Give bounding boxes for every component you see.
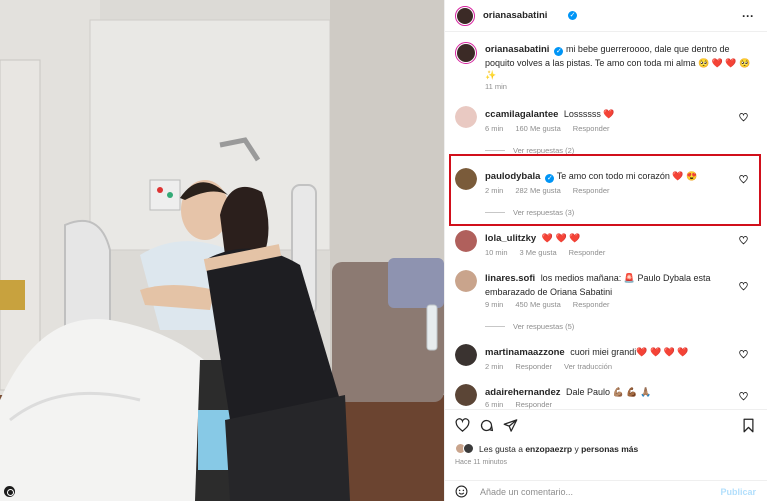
comment-heart-icon[interactable] (739, 236, 748, 245)
author-username[interactable]: orianasabatini (483, 10, 547, 21)
post-timestamp: Hace 11 minutos (455, 459, 508, 466)
view-replies-button[interactable]: Ver respuestas (2) (485, 146, 574, 155)
verified-badge-icon: ✓ (568, 11, 577, 20)
caption-time: 11 min (485, 82, 507, 91)
comment-time: 6 min (485, 400, 504, 409)
comment-meta: 6 min Responder (485, 400, 564, 409)
comment-body: Dale Paulo 💪🏽 💪🏾 🙏🏽 (566, 387, 652, 397)
reply-button[interactable]: Responder (573, 300, 610, 309)
comment-text: lola_ulitzky ❤️ ❤️ ❤️ (485, 232, 735, 246)
commenter-avatar[interactable] (455, 344, 477, 366)
verified-badge-icon: ✓ (545, 174, 555, 183)
comment-text: martinamaazzone cuori miei grandi❤️ ❤️ ❤… (485, 346, 735, 360)
reply-button[interactable]: Responder (569, 248, 606, 257)
commenter-avatar[interactable] (455, 168, 477, 190)
comment-time: 2 min (485, 186, 504, 195)
comment-body: Lossssss ❤️ (563, 109, 615, 119)
commenter-avatar[interactable] (455, 106, 477, 128)
comment-input[interactable]: Añade un comentario... (480, 487, 573, 497)
comment-meta: 2 min Responder Ver traducción (485, 362, 624, 371)
photo-tag-icon[interactable] (4, 486, 15, 497)
comment-likes[interactable]: 282 Me gusta (515, 186, 560, 195)
reply-button[interactable]: Responder (573, 186, 610, 195)
reply-button[interactable]: Responder (515, 362, 552, 371)
publish-button[interactable]: Publicar (720, 487, 756, 497)
share-icon[interactable] (503, 418, 518, 433)
comment-username[interactable]: paulodybala (485, 171, 540, 182)
post-header: orianasabatini ✓ ··· (445, 0, 767, 32)
comment-item: lola_ulitzky ❤️ ❤️ ❤️ 10 min 3 Me gusta Re… (445, 230, 767, 264)
comment-time: 10 min (485, 248, 508, 257)
comment-icon[interactable] (479, 418, 494, 433)
caption-text: orianasabatini ✓ mi bebe guerreroooo, dal… (485, 43, 760, 82)
add-comment-bar: Añade un comentario... Publicar (445, 480, 767, 501)
comment-item: adairehernandez Dale Paulo 💪🏽 💪🏾 🙏🏽 6 mi… (445, 384, 767, 410)
comment-heart-icon[interactable] (739, 392, 748, 401)
comment-item-highlighted: paulodybala ✓ Te amo con todo mi corazón … (445, 166, 767, 222)
comment-username[interactable]: linares.sofi (485, 273, 535, 284)
commenter-avatar[interactable] (455, 230, 477, 252)
comment-text: adairehernandez Dale Paulo 💪🏽 💪🏾 🙏🏽 (485, 386, 735, 400)
comment-heart-icon[interactable] (739, 282, 748, 291)
comment-meta: 9 min 450 Me gusta Responder (485, 300, 622, 309)
comment-text: linares.sofi los medios mañana: 🚨 Paulo … (485, 272, 720, 298)
like-heart-icon[interactable] (455, 418, 470, 433)
view-replies-button[interactable]: Ver respuestas (3) (485, 208, 574, 217)
translate-button[interactable]: Ver traducción (564, 362, 612, 371)
comment-heart-icon[interactable] (739, 113, 748, 122)
comment-username[interactable]: lola_ulitzky (485, 233, 536, 244)
verified-badge-icon: ✓ (554, 47, 564, 56)
liked-by[interactable]: Les gusta a enzopaezrp y personas más (455, 443, 638, 454)
comment-time: 9 min (485, 300, 504, 309)
comment-meta: 10 min 3 Me gusta Responder (485, 248, 617, 257)
post-photo[interactable] (0, 0, 444, 501)
comment-time: 6 min (485, 124, 504, 133)
post-caption: orianasabatini ✓ mi bebe guerreroooo, dal… (445, 40, 767, 96)
commenter-avatar[interactable] (455, 270, 477, 292)
comment-username[interactable]: adairehernandez (485, 387, 561, 398)
comment-text: ccamilagalantee Lossssss ❤️ (485, 108, 735, 122)
comment-time: 2 min (485, 362, 504, 371)
caption-username[interactable]: orianasabatini (485, 44, 549, 55)
comment-body: ❤️ ❤️ ❤️ (541, 233, 581, 243)
hospital-photo-image (0, 0, 444, 501)
comment-meta: 2 min 282 Me gusta Responder (485, 186, 622, 195)
liked-by-user[interactable]: enzopaezrp (525, 444, 572, 454)
comments-panel: orianasabatini ✓ ··· orianasabatini ✓ mi … (444, 0, 767, 501)
author-avatar[interactable] (455, 6, 475, 26)
comment-text: paulodybala ✓ Te amo con todo mi corazón … (485, 170, 735, 184)
more-horizontal-icon[interactable]: ··· (742, 9, 754, 23)
post-actions: Les gusta a enzopaezrp y personas más Ha… (445, 409, 767, 501)
liked-by-text: Les gusta a enzopaezrp y personas más (479, 443, 639, 454)
comment-heart-icon[interactable] (739, 175, 748, 184)
comment-meta: 6 min 160 Me gusta Responder (485, 124, 622, 133)
bookmark-icon[interactable] (741, 418, 756, 433)
comment-body: Te amo con todo mi corazón ❤️ 😍 (556, 171, 698, 181)
caption-avatar[interactable] (455, 42, 477, 64)
commenter-avatar[interactable] (455, 384, 477, 406)
comment-username[interactable]: martinamaazzone (485, 347, 565, 358)
view-replies-button[interactable]: Ver respuestas (5) (485, 322, 574, 331)
liked-by-others[interactable]: personas más (581, 444, 638, 454)
comment-item: martinamaazzone cuori miei grandi❤️ ❤️ ❤… (445, 344, 767, 378)
comment-body: cuori miei grandi❤️ ❤️ ❤️ ❤️ (570, 347, 689, 357)
reply-button[interactable]: Responder (573, 124, 610, 133)
liker-avatar (463, 443, 474, 454)
comment-item: linares.sofi los medios mañana: 🚨 Paulo … (445, 270, 767, 336)
comment-username[interactable]: ccamilagalantee (485, 109, 558, 120)
comment-likes[interactable]: 3 Me gusta (520, 248, 557, 257)
emoji-icon[interactable] (455, 485, 468, 498)
comment-likes[interactable]: 160 Me gusta (515, 124, 560, 133)
comment-likes[interactable]: 450 Me gusta (515, 300, 560, 309)
comment-item: ccamilagalantee Lossssss ❤️ 6 min 160 Me … (445, 104, 767, 160)
comment-heart-icon[interactable] (739, 350, 748, 359)
reply-button[interactable]: Responder (515, 400, 552, 409)
